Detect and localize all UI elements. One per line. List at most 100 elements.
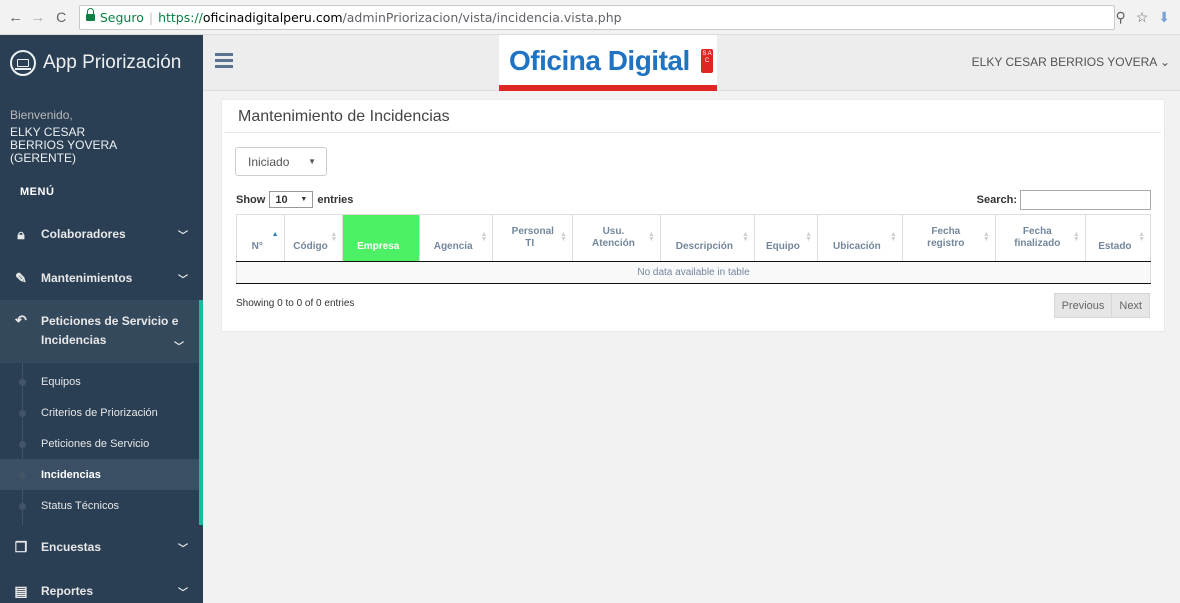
star-icon[interactable]: ☆ [1136,9,1149,26]
sort-icon: ▲ ▼ [742,231,749,243]
chevron-down-icon: ﹀ [174,342,184,353]
col-header-equipo[interactable]: Equipo ▲ ▼ [753,214,818,262]
chevron-down-icon: ﹀ [178,588,188,599]
sidebar-header[interactable]: App Priorización [0,35,203,91]
key-icon[interactable]: ⚲ [1115,9,1125,26]
next-button[interactable]: Next [1112,293,1150,318]
pagination: Previous Next [1053,293,1150,318]
table-row: No data available in table [236,261,1151,284]
chevron-down-icon: ﹀ [178,275,188,286]
col-header-empresa[interactable]: Empresa [342,214,420,262]
previous-button[interactable]: Previous [1053,293,1113,318]
file-icon: ▤ [14,582,28,599]
show-label: Show [236,193,266,206]
side-menu: 🔒︎ Colaboradores ﹀ ✎ Mantenimientos ﹀ ↶ … [0,212,203,603]
sidebar-item-label: Peticiones de Servicio e Incidencias [41,314,179,347]
sidebar-item-peticiones-incidencias[interactable]: ↶ Peticiones de Servicio e Incidencias ﹀ [0,300,203,363]
table-search: Search: [977,190,1151,210]
reload-icon[interactable]: C [52,7,71,27]
welcome-text: Bienvenido, [10,108,73,122]
edit-icon: ✎ [15,269,27,286]
col-header-ubicacion[interactable]: Ubicación ▲ ▼ [817,214,903,262]
submenu-item-status[interactable]: Status Técnicos [0,490,199,521]
col-header-agencia[interactable]: Agencia ▲ ▼ [418,214,493,262]
top-nav: Oficina Digital S A C ELKY CESAR BERRIOS… [203,35,1180,91]
browser-toolbar: ← → C Seguro | https:// oficinadigitalpe… [0,0,1180,35]
page-length-select[interactable]: 10 ▼ [269,191,314,208]
copy-icon: ❐ [14,538,28,555]
sidebar-item-colaboradores[interactable]: 🔒︎ Colaboradores ﹀ [0,212,203,256]
sort-icon: ▲ ▼ [982,231,990,243]
url-path: /adminPriorizacion/vista/incidencia.vist… [342,9,622,25]
page-length-value: 10 [275,193,288,206]
chevron-down-icon: ﹀ [178,231,188,242]
browser-actions: ⚲ ☆ ⬇ [1115,9,1180,26]
incidencias-panel: Mantenimiento de Incidencias Iniciado ▼ … [221,99,1165,332]
submenu: Equipos Criterios de Priorización Petici… [0,363,203,525]
table-info: Showing 0 to 0 of 0 entries [236,298,355,309]
col-header-fecha-finalizado[interactable]: Fecha finalizado ▲ ▼ [994,214,1086,262]
entries-label: entries [317,193,354,206]
back-arrow-icon[interactable]: ← [6,7,25,27]
col-header-numero[interactable]: N° ▲ [236,214,285,262]
caret-down-icon: ▼ [300,196,308,203]
search-input[interactable] [1020,190,1151,210]
lock-icon: 🔒︎ [17,225,25,242]
submenu-item-equipos[interactable]: Equipos [0,366,199,397]
user-dropdown[interactable]: ELKY CESAR BERRIOS YOVERA ⌄ [972,55,1170,69]
url-scheme: https:// [158,9,203,25]
empty-message: No data available in table [236,261,1151,284]
sort-icon: ▲ ▼ [1138,231,1145,243]
secure-label: Seguro [99,9,144,25]
submenu-item-criterios[interactable]: Criterios de Priorización [0,397,199,428]
brand-name: Oficina Digital [509,45,690,76]
brand-sac-badge: S A C [701,49,713,73]
sort-icon: ▲ ▼ [889,231,897,243]
status-filter-select[interactable]: Iniciado ▼ [235,147,327,176]
col-header-codigo[interactable]: Código ▲ ▼ [283,214,343,262]
lock-icon [85,8,95,22]
brand-logo: Oficina Digital S A C [499,35,717,91]
app-title[interactable]: App Priorización [43,52,181,74]
sort-icon: ▲ ▼ [560,231,567,243]
col-header-usu-atencion[interactable]: Usu. Atención ▲ ▼ [571,214,661,262]
sidebar-item-label: Encuestas [41,540,102,554]
sort-icon: ▲ ▼ [330,231,338,243]
address-bar[interactable]: Seguro | https:// oficinadigitalperu.com… [78,4,1116,30]
brand-red-stripe [499,85,717,91]
sidebar-item-encuestas[interactable]: ❐ Encuestas ﹀ [0,525,203,569]
col-header-personal-ti[interactable]: Personal TI ▲ ▼ [492,214,573,262]
url-host: oficinadigitalperu.com [202,9,343,25]
user-name: ELKY CESAR BERRIOS YOVERA (GERENTE) [10,125,117,165]
col-header-descripcion[interactable]: Descripción ▲ ▼ [659,214,755,262]
sidebar-item-label: Reportes [41,584,94,598]
sidebar: App Priorización Bienvenido, ELKY CESAR … [0,35,203,603]
menu-toggle-icon[interactable] [215,53,233,68]
status-filter-value: Iniciado [248,155,290,169]
sidebar-item-label: Colaboradores [41,227,126,241]
submenu-item-incidencias[interactable]: Incidencias [0,459,199,490]
sidebar-item-mantenimientos[interactable]: ✎ Mantenimientos ﹀ [0,256,203,300]
sort-icon: ▲ ▼ [480,231,488,243]
search-label: Search: [976,194,1017,206]
reply-icon: ↶ [15,312,27,328]
col-header-fecha-registro[interactable]: Fecha registro ▲ ▼ [901,214,996,262]
incidencias-table: N° ▲ Código ▲ ▼ Empresa Agencia ▲ ▼ Personal … [236,214,1152,284]
col-header-estado[interactable]: Estado ▲ ▼ [1084,214,1152,262]
sort-icon: ▲ ▼ [647,231,655,243]
length-control: Show 10 ▼ entries [236,191,353,208]
page-title: Mantenimiento de Incidencias [225,100,1161,133]
profile-info: Bienvenido, ELKY CESAR BERRIOS YOVERA (G… [0,91,203,165]
sort-icon: ▲ ▼ [1072,231,1080,243]
chevron-down-icon: ﹀ [178,544,188,555]
sort-asc-icon: ▲ [271,231,279,238]
caret-down-icon: ▼ [308,157,316,166]
forward-arrow-icon[interactable]: → [28,7,47,27]
sidebar-item-label: Mantenimientos [41,271,133,285]
download-extension-icon[interactable]: ⬇ [1158,9,1170,26]
submenu-item-peticiones[interactable]: Peticiones de Servicio [0,428,199,459]
laptop-icon [10,50,36,76]
sidebar-item-reportes[interactable]: ▤ Reportes ﹀ [0,569,203,603]
sort-icon: ▲ ▼ [805,231,812,243]
menu-title: MENÚ [20,186,55,198]
